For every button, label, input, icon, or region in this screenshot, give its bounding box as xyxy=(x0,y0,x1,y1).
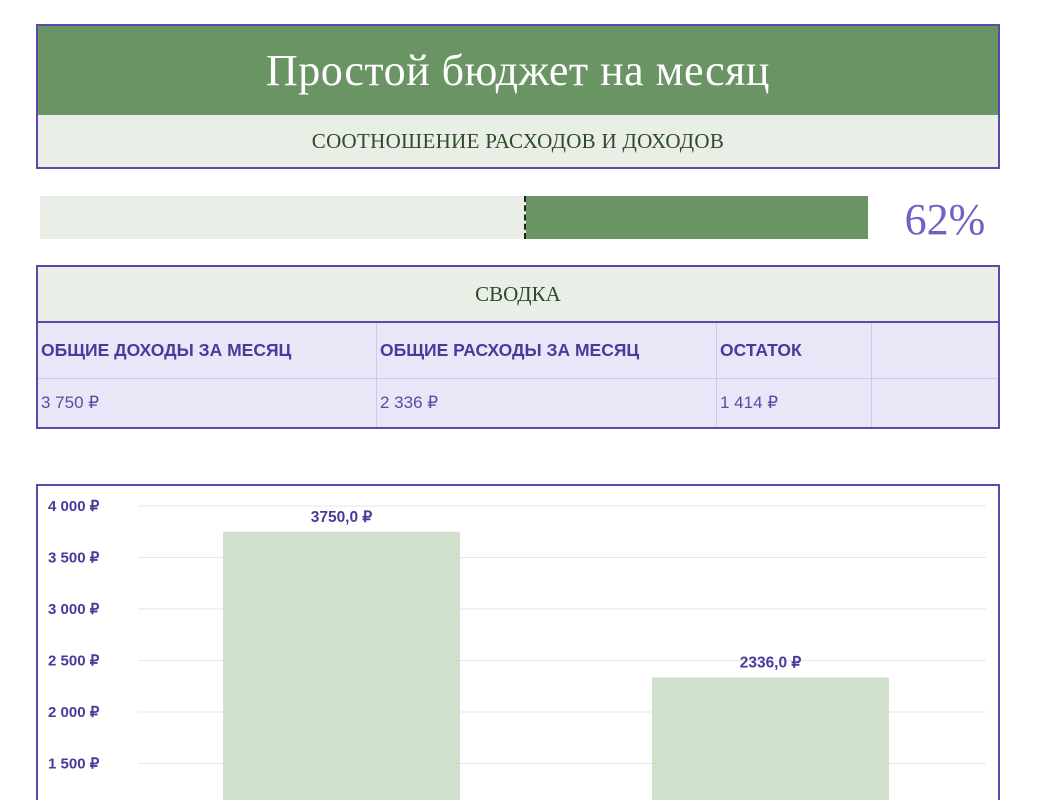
summary-value-expenses[interactable]: 2 336 ₽ xyxy=(377,379,717,427)
page-title: Простой бюджет на месяц xyxy=(38,26,998,115)
summary-value-empty[interactable] xyxy=(872,379,998,427)
ratio-percent: 62% xyxy=(904,195,986,244)
summary-title: СВОДКА xyxy=(38,267,998,323)
page-subtitle: СООТНОШЕНИЕ РАСХОДОВ И ДОХОДОВ xyxy=(38,115,998,167)
y-tick-label: 1 500 ₽ xyxy=(48,756,100,773)
summary-value-income[interactable]: 3 750 ₽ xyxy=(38,379,377,427)
y-tick-label: 3 500 ₽ xyxy=(48,550,100,567)
summary-header-empty[interactable] xyxy=(872,323,998,378)
bar-income-label: 3750,0 ₽ xyxy=(311,509,373,526)
header-block: Простой бюджет на месяц СООТНОШЕНИЕ РАСХ… xyxy=(36,24,1000,169)
ratio-progress-marker xyxy=(524,196,526,239)
summary-value-row: 3 750 ₽ 2 336 ₽ 1 414 ₽ xyxy=(38,379,998,427)
y-tick-label: 2 500 ₽ xyxy=(48,653,100,670)
bar-expenses[interactable] xyxy=(652,677,889,800)
summary-header-row: ОБЩИЕ ДОХОДЫ ЗА МЕСЯЦ ОБЩИЕ РАСХОДЫ ЗА М… xyxy=(38,323,998,379)
summary-header-income[interactable]: ОБЩИЕ ДОХОДЫ ЗА МЕСЯЦ xyxy=(38,323,377,378)
y-tick-label: 2 000 ₽ xyxy=(48,704,100,721)
ratio-progress-bar xyxy=(40,196,868,239)
y-tick-label: 4 000 ₽ xyxy=(48,498,100,515)
summary-table: СВОДКА ОБЩИЕ ДОХОДЫ ЗА МЕСЯЦ ОБЩИЕ РАСХО… xyxy=(36,265,1000,429)
chart-canvas: 4 000 ₽ 3 500 ₽ 3 000 ₽ 2 500 ₽ 2 000 ₽ 1 500… xyxy=(48,498,986,800)
bar-expenses-label: 2336,0 ₽ xyxy=(740,654,802,671)
bar-income[interactable] xyxy=(223,531,460,800)
ratio-progress-fill xyxy=(526,196,868,239)
summary-value-balance[interactable]: 1 414 ₽ xyxy=(717,379,872,427)
summary-header-expenses[interactable]: ОБЩИЕ РАСХОДЫ ЗА МЕСЯЦ xyxy=(377,323,717,378)
income-expense-chart[interactable]: 4 000 ₽ 3 500 ₽ 3 000 ₽ 2 500 ₽ 2 000 ₽ 1 500… xyxy=(36,484,1000,800)
summary-header-balance[interactable]: ОСТАТОК xyxy=(717,323,872,378)
y-tick-label: 3 000 ₽ xyxy=(48,601,100,618)
